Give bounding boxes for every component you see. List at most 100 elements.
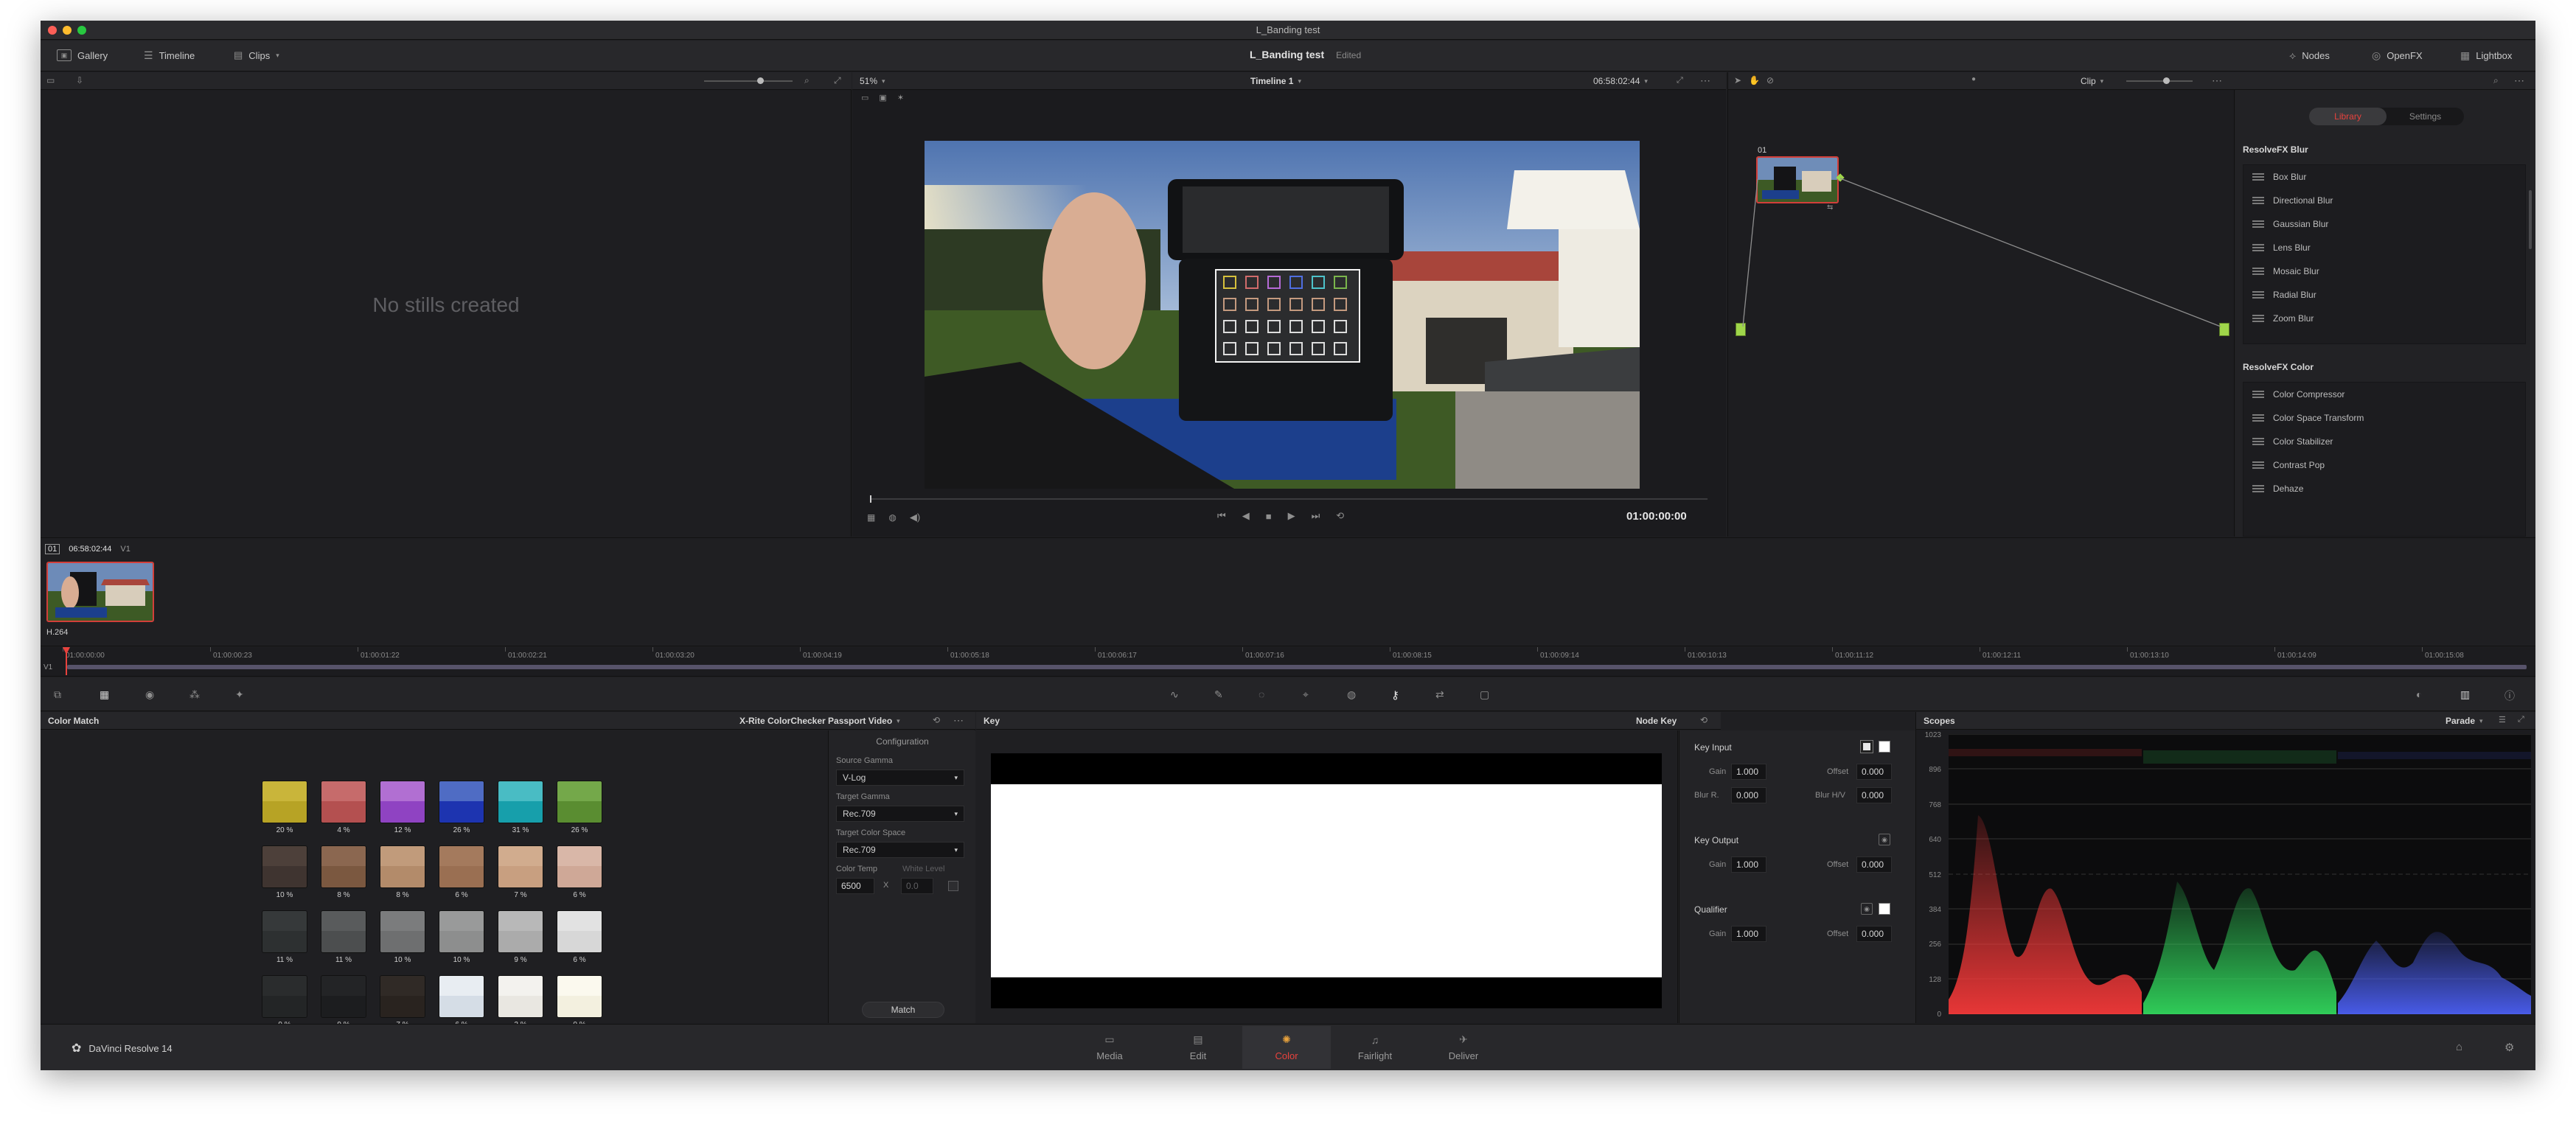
color-swatch[interactable] bbox=[439, 845, 484, 888]
page-tab-media[interactable]: ▭ Media bbox=[1065, 1026, 1154, 1069]
play-icon[interactable]: ▶ bbox=[1288, 510, 1295, 522]
source-timecode-dropdown[interactable]: 06:58:02:44 ▾ bbox=[1593, 76, 1648, 86]
white-level-input[interactable]: 0.0 bbox=[901, 878, 933, 894]
curves-icon[interactable]: ∿ bbox=[1170, 688, 1179, 701]
go-to-start-icon[interactable]: ⏮ bbox=[1217, 510, 1226, 522]
source-gamma-select[interactable]: V-Log ▾ bbox=[836, 770, 964, 786]
color-swatch[interactable] bbox=[557, 910, 602, 953]
fx-item-dehaze[interactable]: Dehaze bbox=[2243, 477, 2525, 500]
color-swatch[interactable] bbox=[262, 910, 307, 953]
camera-raw-icon[interactable]: ⧉ bbox=[54, 688, 61, 701]
color-swatch[interactable] bbox=[321, 781, 366, 823]
page-tab-fairlight[interactable]: ♫ Fairlight bbox=[1331, 1026, 1419, 1069]
chart-dropdown[interactable]: X-Rite ColorChecker Passport Video ▾ bbox=[739, 716, 900, 726]
speaker-icon[interactable]: ◀) bbox=[910, 512, 920, 523]
play-reverse-icon[interactable]: ◀ bbox=[1242, 510, 1250, 522]
split-view-icon[interactable]: ▭ bbox=[861, 93, 868, 102]
viewer-scrubber[interactable] bbox=[870, 495, 1708, 503]
fx-item-color-stabilizer[interactable]: Color Stabilizer bbox=[2243, 430, 2525, 453]
bypass-icon[interactable]: ◍ bbox=[888, 512, 896, 523]
reset-icon[interactable]: ⟲ bbox=[1700, 715, 1708, 725]
color-temp-input[interactable]: 6500 bbox=[836, 878, 874, 894]
ko-gain-input[interactable]: 1.000 bbox=[1731, 856, 1766, 873]
sizing-icon[interactable]: ⇄ bbox=[1435, 688, 1444, 701]
timeline-name-dropdown[interactable]: Timeline 1 ▾ bbox=[1250, 76, 1301, 86]
color-swatch[interactable] bbox=[439, 910, 484, 953]
search-icon[interactable]: ⌕ bbox=[2493, 75, 2499, 86]
qualifier-mask-icon[interactable]: ◉ bbox=[1861, 903, 1873, 915]
page-tab-deliver[interactable]: ✈ Deliver bbox=[1419, 1026, 1508, 1069]
color-swatch[interactable] bbox=[321, 975, 366, 1018]
color-swatch[interactable] bbox=[498, 975, 543, 1018]
key-output-icon[interactable]: ◉ bbox=[1879, 834, 1890, 845]
more-options-icon[interactable]: ⋯ bbox=[2514, 74, 2524, 87]
color-swatch[interactable] bbox=[557, 845, 602, 888]
more-options-icon[interactable]: ⋯ bbox=[1700, 74, 1710, 87]
key-input-mask-icon[interactable] bbox=[1860, 740, 1873, 753]
fx-item-zoom-blur[interactable]: Zoom Blur bbox=[2243, 307, 2525, 330]
openfx-toggle[interactable]: ◎ OpenFX bbox=[2372, 49, 2423, 62]
tab-settings[interactable]: Settings bbox=[2387, 108, 2464, 125]
clips-toggle[interactable]: ▤ Clips ▾ bbox=[234, 49, 279, 61]
fx-item-lens-blur[interactable]: Lens Blur bbox=[2243, 236, 2525, 259]
color-wheels-icon[interactable]: ◉ bbox=[145, 688, 154, 701]
tracker-icon[interactable]: ⌖ bbox=[1303, 688, 1309, 701]
qualifier-icon[interactable]: ✎ bbox=[1214, 688, 1223, 701]
color-swatch[interactable] bbox=[439, 781, 484, 823]
lightbox-palette-icon[interactable]: ◐ bbox=[2416, 688, 2422, 700]
ki-offset-input[interactable]: 0.000 bbox=[1856, 764, 1892, 780]
color-swatch[interactable] bbox=[380, 910, 425, 953]
fx-item-box-blur[interactable]: Box Blur bbox=[2243, 165, 2525, 189]
thumbnail-size-slider[interactable] bbox=[704, 77, 793, 84]
slider-handle[interactable] bbox=[757, 77, 764, 84]
color-swatch[interactable] bbox=[498, 781, 543, 823]
frame-compare-icon[interactable]: ▣ bbox=[879, 93, 886, 102]
ki-gain-input[interactable]: 1.000 bbox=[1731, 764, 1766, 780]
page-tab-edit[interactable]: ▤ Edit bbox=[1154, 1026, 1242, 1069]
reset-icon[interactable]: ⟲ bbox=[933, 715, 940, 725]
blur-icon[interactable]: ◍ bbox=[1347, 688, 1356, 701]
scope-mode-dropdown[interactable]: Parade ▾ bbox=[2446, 716, 2483, 726]
window-icon[interactable]: ◌ bbox=[1259, 688, 1264, 700]
lightbox-toggle[interactable]: ▦ Lightbox bbox=[2460, 49, 2512, 62]
fx-item-directional-blur[interactable]: Directional Blur bbox=[2243, 189, 2525, 212]
gear-icon[interactable]: ⚙ bbox=[2504, 1041, 2514, 1054]
openfx-scrollbar[interactable] bbox=[2529, 190, 2532, 249]
timeline-toggle[interactable]: ☰ Timeline bbox=[144, 49, 195, 62]
scope-settings-icon[interactable]: ☰ bbox=[2499, 715, 2506, 725]
highlight-icon[interactable]: ✶ bbox=[897, 93, 904, 102]
color-swatch[interactable] bbox=[262, 975, 307, 1018]
stop-icon[interactable]: ■ bbox=[1266, 511, 1272, 522]
color-swatch[interactable] bbox=[262, 845, 307, 888]
page-tab-color[interactable]: ✺ Color bbox=[1242, 1026, 1331, 1069]
timeline-ruler[interactable]: 01:00:00:00 01:00:00:23 01:00:01:22 01:00:0… bbox=[63, 647, 2525, 660]
fullscreen-icon[interactable]: ⤢ bbox=[1677, 76, 1683, 86]
target-color-space-select[interactable]: Rec.709 ▾ bbox=[836, 842, 964, 858]
expand-icon[interactable]: ⤢ bbox=[834, 75, 841, 86]
color-swatch[interactable] bbox=[380, 781, 425, 823]
home-icon[interactable]: ⌂ bbox=[2456, 1041, 2462, 1053]
match-button[interactable]: Match bbox=[862, 1002, 944, 1018]
clip-selector-icon[interactable]: ▦ bbox=[867, 512, 875, 523]
search-icon[interactable]: ⌕ bbox=[804, 75, 810, 86]
fx-item-contrast-pop[interactable]: Contrast Pop bbox=[2243, 453, 2525, 477]
go-to-end-icon[interactable]: ⏭ bbox=[1312, 510, 1320, 522]
loop-icon[interactable]: ⟲ bbox=[1336, 510, 1344, 522]
color-swatch[interactable] bbox=[498, 845, 543, 888]
color-swatch[interactable] bbox=[262, 781, 307, 823]
color-swatch[interactable] bbox=[557, 975, 602, 1018]
ko-offset-input[interactable]: 0.000 bbox=[1856, 856, 1892, 873]
qualifier-invert-icon[interactable] bbox=[1879, 903, 1890, 915]
motion-effects-icon[interactable]: ✦ bbox=[235, 688, 244, 701]
color-swatch[interactable] bbox=[321, 910, 366, 953]
scrubber-playhead[interactable] bbox=[870, 495, 871, 503]
ki-blur-r-input[interactable]: 0.000 bbox=[1731, 787, 1766, 803]
clip-thumbnail[interactable] bbox=[46, 562, 154, 622]
target-gamma-select[interactable]: Rec.709 ▾ bbox=[836, 806, 964, 822]
color-swatch[interactable] bbox=[557, 781, 602, 823]
fx-item-gaussian-blur[interactable]: Gaussian Blur bbox=[2243, 212, 2525, 236]
gallery-toggle[interactable]: ▣ Gallery bbox=[57, 49, 108, 61]
zoom-dropdown[interactable]: 51% ▾ bbox=[860, 76, 885, 86]
nodes-toggle[interactable]: ⟡ Nodes bbox=[2289, 49, 2330, 62]
fx-item-mosaic-blur[interactable]: Mosaic Blur bbox=[2243, 259, 2525, 283]
